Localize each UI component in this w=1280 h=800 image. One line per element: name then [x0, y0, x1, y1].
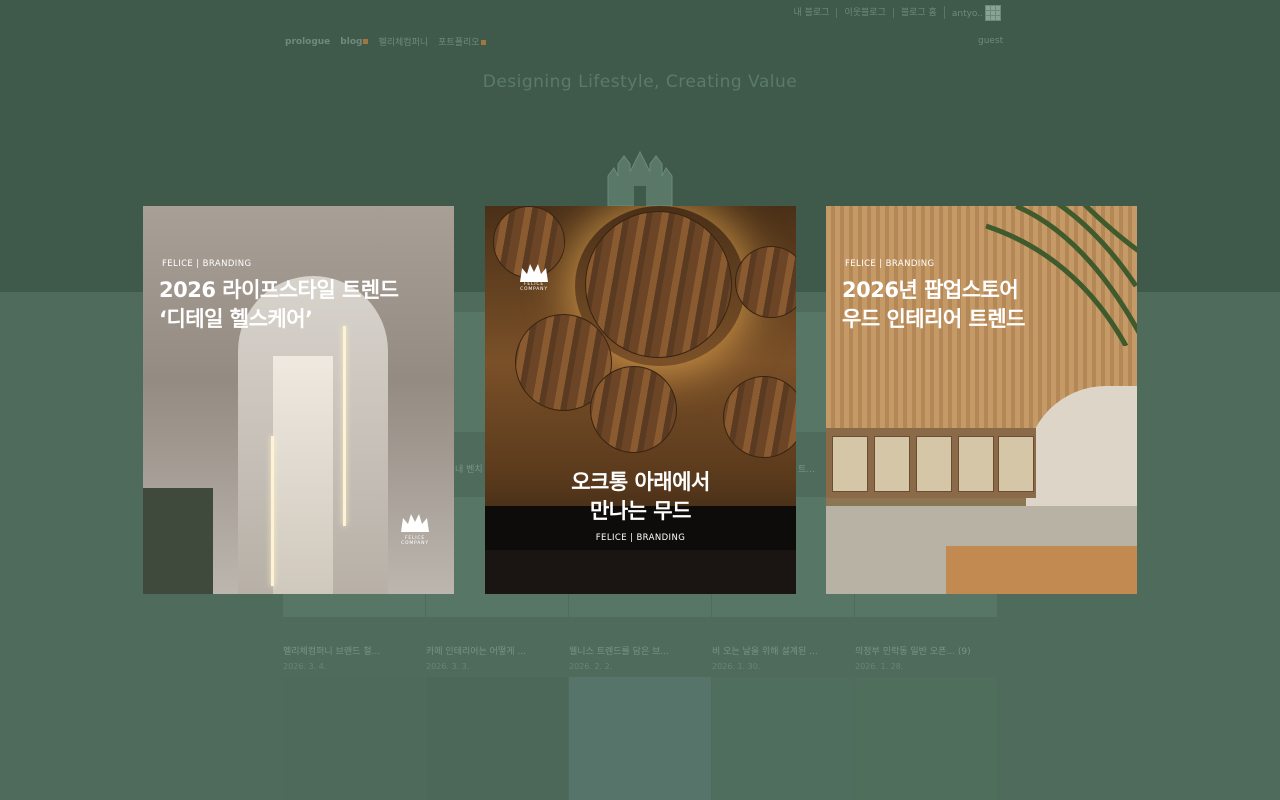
nav-felice-company[interactable]: 펠리체컴퍼니 [378, 35, 428, 48]
card-kicker: FELICE | BRANDING [595, 533, 686, 543]
headline-line: 우드 인테리어 트렌드 [842, 307, 1026, 331]
post-thumbnail[interactable] [569, 677, 711, 800]
post-caption[interactable]: 웰니스 트렌드를 담은 브... 2026. 2. 2. [569, 644, 711, 671]
post-captions: 펠리체컴퍼니 브랜드 철... 2026. 3. 4. 카페 인테리어는 어떻게 … [283, 644, 997, 671]
post-caption[interactable]: 의정부 민락동 일반 오픈... (9) 2026. 1. 28. [855, 644, 997, 671]
logo-wordmark: FELICE COMPANY [520, 282, 548, 292]
nav-prologue[interactable]: prologue [285, 37, 330, 47]
card-kicker: FELICE | BRANDING [845, 259, 935, 269]
headline-line: 오크통 아래에서 [571, 470, 710, 494]
logo-wordmark: FELICE COMPANY [401, 536, 429, 546]
post-title: 의정부 민락동 일반 오픈... (9) [855, 647, 971, 657]
post-title: 비 오는 날을 위해 설계된 ... [712, 647, 818, 657]
menu-dot-icon [363, 38, 369, 44]
guest-label[interactable]: guest [978, 36, 1003, 46]
wood-disc [723, 376, 796, 458]
display-shelf [826, 428, 1036, 498]
headline-line: 만나는 무드 [590, 499, 691, 523]
top-links: 내 블로그 이웃블로그 블로그 홈 antyo.. [786, 6, 1002, 19]
headline-line: 2026 라이프스타일 트렌드 [159, 278, 399, 302]
post-date: 2026. 1. 30. [712, 662, 761, 671]
post-grid-row [283, 677, 997, 800]
wood-disc [590, 366, 677, 453]
menu-dot-icon [480, 40, 486, 45]
featured-card-popup-store[interactable]: FELICE | BRANDING 2026년 팝업스토어 우드 인테리어 트렌… [826, 206, 1137, 594]
card-kicker: FELICE | BRANDING [162, 259, 252, 269]
headline-line: 2026년 팝업스토어 [842, 278, 1019, 302]
post-thumbnail[interactable] [855, 677, 997, 800]
post-title: 웰니스 트렌드를 담은 브... [569, 647, 669, 657]
my-blog-link[interactable]: 내 블로그 [786, 8, 836, 18]
post-title: 카페 인테리어는 어떻게 ... [426, 647, 526, 657]
castle-logo-icon [607, 150, 673, 206]
card-headline: 2026년 팝업스토어 우드 인테리어 트렌드 [842, 276, 1026, 334]
nav-portfolio-label: 포트폴리오 [438, 38, 480, 48]
partial-post-title: 트... [798, 465, 815, 475]
featured-card-healthcare[interactable]: FELICE | BRANDING 2026 라이프스타일 트렌드 ‘디테일 헬… [143, 206, 454, 594]
wood-disc [585, 211, 732, 358]
user-id-label: antyo.. [951, 9, 983, 19]
nav-portfolio[interactable]: 포트폴리오 [438, 35, 486, 48]
card-headline: 오크통 아래에서 만나는 무드 [485, 468, 796, 526]
light-strip [343, 326, 346, 526]
booth-seat [485, 550, 796, 594]
post-date: 2026. 2. 2. [569, 662, 613, 671]
post-thumbnail[interactable] [283, 677, 425, 800]
crown-logo-icon [401, 514, 429, 532]
featured-card-oak-barrel[interactable]: FELICE COMPANY 오크통 아래에서 만나는 무드 FELICE | … [485, 206, 796, 594]
post-thumbnail[interactable] [712, 677, 854, 800]
post-date: 2026. 3. 3. [426, 662, 470, 671]
light-strip [271, 436, 274, 586]
post-title: 펠리체컴퍼니 브랜드 철... [283, 647, 381, 657]
marble-block [143, 488, 213, 594]
post-caption[interactable]: 펠리체컴퍼니 브랜드 철... 2026. 3. 4. [283, 644, 425, 671]
nav-blog[interactable]: blog [340, 36, 369, 47]
corridor [273, 356, 333, 594]
post-caption[interactable]: 카페 인테리어는 어떻게 ... 2026. 3. 3. [426, 644, 568, 671]
partial-post-title: 내 벤치 [455, 465, 483, 475]
blog-home-link[interactable]: 블로그 홈 [892, 7, 944, 18]
grid-icon[interactable] [985, 5, 1001, 21]
nav-blog-label: blog [340, 36, 363, 47]
post-thumbnail[interactable] [426, 677, 568, 800]
post-date: 2026. 3. 4. [283, 662, 327, 671]
counter-front [946, 546, 1137, 594]
blog-nav: prologue blog 펠리체컴퍼니 포트폴리오 [285, 35, 486, 48]
post-caption[interactable]: 비 오는 날을 위해 설계된 ... 2026. 1. 30. [712, 644, 854, 671]
headline-line: ‘디테일 헬스케어’ [159, 307, 313, 331]
wood-disc [735, 246, 796, 318]
neighbor-blog-link[interactable]: 이웃블로그 [836, 7, 892, 18]
post-date: 2026. 1. 28. [855, 662, 904, 671]
blog-tagline: Designing Lifestyle, Creating Value [482, 72, 798, 92]
card-headline: 2026 라이프스타일 트렌드 ‘디테일 헬스케어’ [159, 276, 399, 334]
